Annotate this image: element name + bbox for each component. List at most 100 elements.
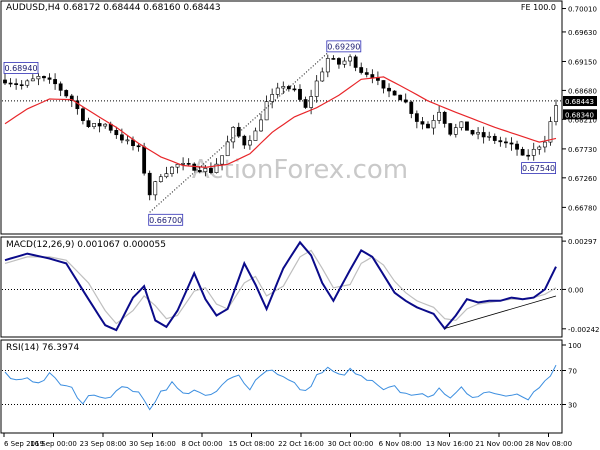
- rsi-y-tick-label: 100: [568, 342, 581, 350]
- candle-body: [392, 90, 397, 96]
- candle-body: [147, 172, 152, 196]
- candle-body: [64, 90, 69, 97]
- annotation-label: 0.68940: [4, 64, 37, 73]
- candle-body: [398, 94, 403, 101]
- candle-body: [515, 143, 519, 150]
- candle-body: [481, 132, 486, 138]
- candle-body: [364, 72, 369, 75]
- x-tick-label: 28 Nov 08:00: [525, 440, 572, 448]
- candle-body: [181, 163, 186, 165]
- candle-body: [114, 130, 119, 136]
- candle-body: [337, 58, 341, 65]
- candle-body: [81, 108, 85, 121]
- level-annotation: 0.69290: [326, 40, 362, 53]
- rsi-panel-title: RSI(14) 76.3974: [6, 343, 79, 353]
- candle-body: [92, 123, 96, 127]
- candle-body: [409, 101, 414, 114]
- candle-body: [331, 58, 336, 60]
- candle-body: [170, 166, 174, 174]
- candle-body: [442, 111, 447, 124]
- candle-body: [203, 168, 208, 172]
- candle-body: [158, 176, 163, 182]
- candle-body: [8, 82, 13, 85]
- candle-body: [125, 139, 130, 142]
- candle-body: [387, 87, 391, 92]
- candle-body: [25, 80, 30, 86]
- annotation-label: 0.69290: [327, 42, 360, 51]
- x-tick-label: 23 Sep 08:00: [80, 440, 127, 448]
- candle-body: [325, 58, 330, 73]
- candle-body: [153, 181, 158, 196]
- candle-body: [476, 132, 480, 135]
- macd-y-tick-label: 0.00297: [568, 238, 597, 246]
- x-tick-label: 13 Nov 16:00: [426, 440, 473, 448]
- price-y-tick-label: 0.69150: [568, 58, 597, 66]
- candle-body: [498, 140, 503, 143]
- candle-body: [504, 141, 508, 144]
- candle-body: [470, 130, 475, 135]
- candle-body: [420, 121, 425, 125]
- x-tick-label: 6 Nov 08:00: [379, 440, 422, 448]
- candle-body: [253, 130, 258, 141]
- watermark: ActionForex.com: [192, 155, 408, 185]
- x-tick-label: 21 Nov 00:00: [475, 440, 522, 448]
- candle-body: [30, 78, 35, 82]
- candle-body: [14, 83, 19, 85]
- candle-body: [19, 84, 24, 86]
- candle-body: [86, 120, 91, 127]
- candle-body: [175, 164, 180, 168]
- candle-body: [414, 113, 419, 122]
- candle-body: [309, 96, 314, 108]
- candle-body: [242, 135, 247, 146]
- candle-body: [197, 170, 202, 172]
- candle-body: [47, 77, 52, 80]
- candle-body: [303, 99, 308, 108]
- annotation-label: 0.67540: [522, 164, 555, 173]
- level-annotation: 0.66700: [148, 213, 184, 226]
- candle-body: [136, 145, 141, 148]
- macd-panel-title: MACD(12,26,9) 0.001067 0.000055: [6, 240, 166, 250]
- candle-body: [520, 148, 525, 156]
- candle-body: [209, 168, 213, 173]
- candle-body: [342, 60, 347, 65]
- candle-body: [275, 87, 280, 95]
- candle-body: [448, 123, 453, 135]
- candle-body: [554, 105, 558, 122]
- candle-body: [281, 86, 286, 89]
- candle-body: [53, 79, 57, 85]
- price-tag-label: 0.68340: [565, 111, 594, 119]
- price-y-tick-label: 0.70010: [568, 6, 597, 14]
- candle-body: [220, 155, 224, 165]
- x-tick-label: 30 Sep 16:00: [129, 440, 176, 448]
- candle-body: [320, 71, 325, 82]
- candle-body: [426, 123, 430, 129]
- candle-body: [492, 135, 497, 141]
- candle-body: [97, 123, 102, 127]
- candle-body: [487, 135, 492, 138]
- price-y-tick-label: 0.67260: [568, 175, 597, 183]
- candle-body: [537, 146, 542, 150]
- candle-body: [453, 127, 458, 135]
- candle-body: [164, 173, 169, 178]
- candle-body: [264, 101, 269, 121]
- candle-body: [348, 56, 352, 62]
- price-y-tick-label: 0.67730: [568, 146, 597, 154]
- candle-body: [231, 127, 236, 143]
- candle-body: [119, 134, 124, 141]
- rsi-y-tick-label: 30: [568, 402, 577, 410]
- candle-body: [186, 163, 191, 165]
- candle-body: [353, 56, 358, 68]
- candle-body: [292, 88, 297, 91]
- annotation-label: 0.66700: [149, 216, 182, 225]
- candle-body: [259, 119, 263, 132]
- candle-body: [431, 120, 436, 129]
- candle-body: [542, 141, 547, 148]
- candle-body: [531, 148, 536, 156]
- candle-body: [103, 123, 108, 127]
- rsi-y-tick-label: 70: [568, 368, 577, 376]
- candle-body: [359, 67, 364, 73]
- candle-body: [298, 88, 302, 100]
- x-tick-label: 8 Oct 00:00: [181, 440, 222, 448]
- candle-body: [247, 140, 252, 146]
- candle-body: [437, 111, 442, 121]
